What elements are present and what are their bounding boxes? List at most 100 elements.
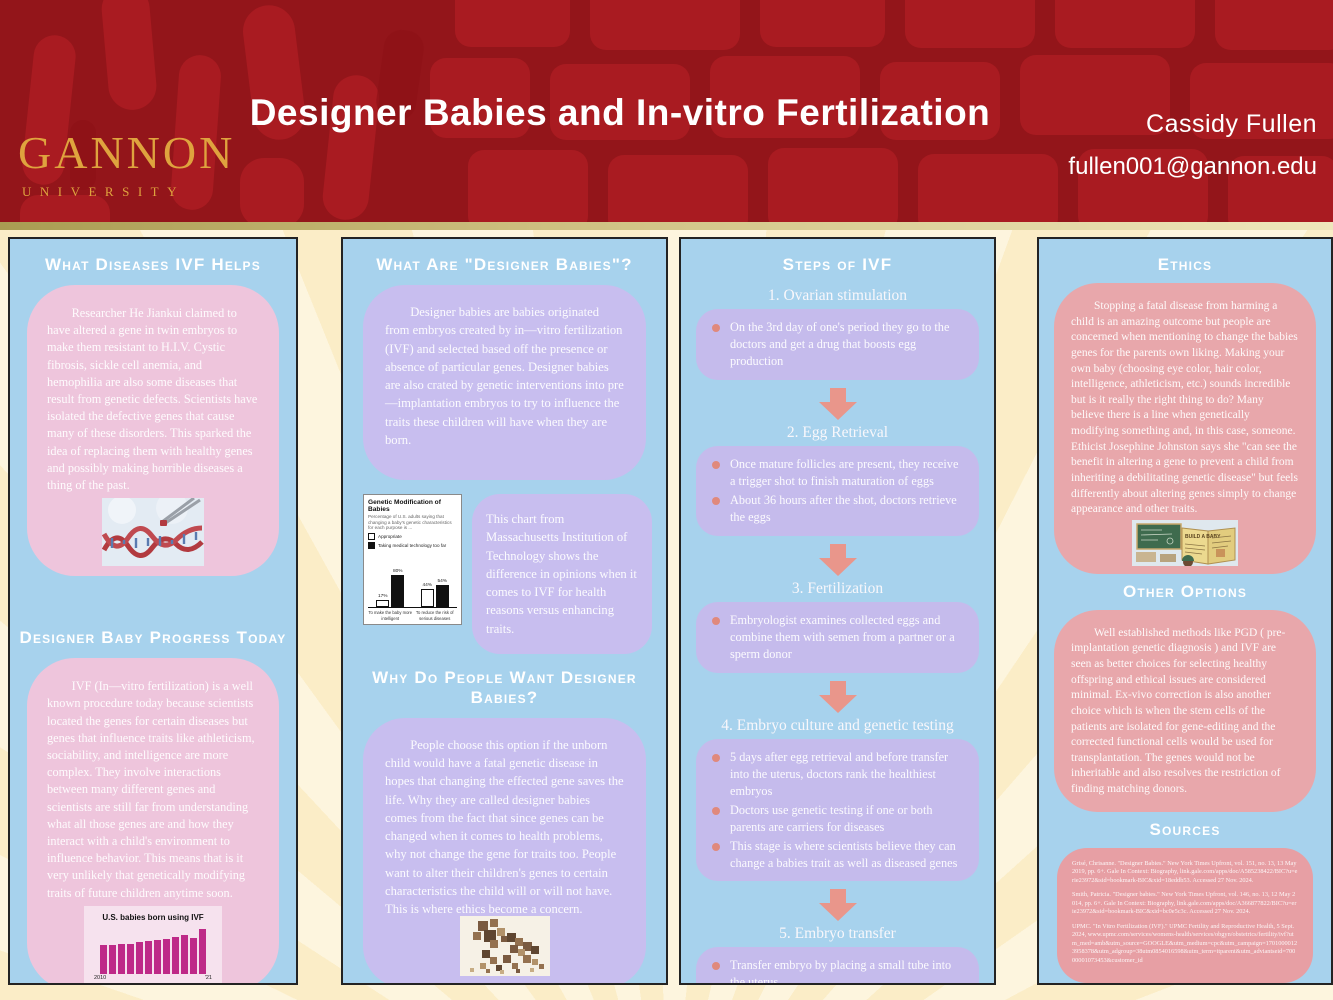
bar-cell: 80% xyxy=(391,569,405,608)
step-box: Transfer embryo by placing a small tube … xyxy=(696,947,979,985)
category-label: To make the baby more intelligent xyxy=(368,610,413,621)
legend-row: Taking medical technology too far xyxy=(368,542,457,550)
bullet-text: Once mature follicles are present, they … xyxy=(730,456,959,488)
header-banner: Designer Babies and In-vitro Fertilizati… xyxy=(0,0,1333,222)
section-heading: What Diseases IVF Helps xyxy=(45,255,261,274)
bullet-text: Embryologist examines collected eggs and… xyxy=(730,612,955,661)
down-arrow-icon xyxy=(818,543,857,576)
citation: Smith, Patricia. "Designer babies." New … xyxy=(1072,891,1297,916)
text-box: Stopping a fatal disease from harming a … xyxy=(1054,283,1316,574)
bullet-dot xyxy=(712,962,720,971)
step-title: 5. Embryo transfer xyxy=(779,925,896,943)
x-tick-label: '21 xyxy=(204,975,212,982)
bar xyxy=(154,940,161,975)
bar xyxy=(136,942,143,975)
body-text: Researcher He Jiankui claimed to have al… xyxy=(47,306,258,493)
bullet-text: Transfer embryo by placing a small tube … xyxy=(730,958,952,985)
genetic-modification-chart: Genetic Modification of Babies Percentag… xyxy=(363,494,462,626)
step-title: 3. Fertilization xyxy=(791,579,884,597)
x-tick-label: 2010 xyxy=(94,975,107,982)
bullet-dot xyxy=(712,842,720,851)
header-divider-strip xyxy=(0,222,1333,230)
citation: Grisé, Chrisanne. "Designer Babies." New… xyxy=(1072,859,1298,884)
author-block: Cassidy Fullen fullen001@gannon.edu xyxy=(1068,110,1317,181)
category-label: To reduce the risk of serious diseases xyxy=(415,610,454,621)
step-box: 5 days after egg retrieval and before tr… xyxy=(696,738,979,882)
poster: Designer Babies and In-vitro Fertilizati… xyxy=(0,0,1333,1000)
section-heading: Steps of IVF xyxy=(782,255,893,274)
step-box: Embryologist examines collected eggs and… xyxy=(696,601,979,673)
gannon-university-logo: GANNON UNIVERSITY xyxy=(18,130,235,200)
bullet-item: Doctors use genetic testing if one or bo… xyxy=(710,802,965,836)
chart-caption-text: This chart from Massachusetts Institutio… xyxy=(486,512,637,636)
step-title: 1. Ovarian stimulation xyxy=(767,287,908,304)
bullet-item: Embryologist examines collected eggs and… xyxy=(710,612,965,663)
bullet-item: Once mature follicles are present, they … xyxy=(710,456,965,490)
column-steps-of-ivf: Steps of IVF 1. Ovarian stimulation On th… xyxy=(679,237,996,985)
bullet-dot xyxy=(712,806,720,815)
legend-row: Appropriate xyxy=(368,533,457,541)
section-heading: Sources xyxy=(1149,819,1221,839)
author-name: Cassidy Fullen xyxy=(1146,110,1317,138)
body-text: IVF (In—vitro fertilization) is a well k… xyxy=(47,679,255,900)
bar xyxy=(145,941,152,975)
text-box: Well established methods like PGD ( pre-… xyxy=(1054,609,1316,812)
bar-cell: 54% xyxy=(435,579,449,608)
bullet-text: Doctors use genetic testing if one or bo… xyxy=(730,802,933,834)
column-designer-babies: What Are "Designer Babies"? Designer bab… xyxy=(341,237,668,985)
bar-appropriate xyxy=(420,589,434,608)
chart-plot: 17% 80% 44% 54% xyxy=(368,555,457,609)
section-heading: Why Do People Want Designer Babies? xyxy=(372,667,637,707)
ivf-steps: 1. Ovarian stimulation On the 3rd day of … xyxy=(681,283,994,985)
bullet-item: On the 3rd day of one's period they go t… xyxy=(710,319,965,370)
chart-legend: Appropriate Taking medical technology too… xyxy=(368,533,457,550)
sources-box: Grisé, Chrisanne. "Designer Babies." New… xyxy=(1057,847,1313,983)
down-arrow-icon xyxy=(818,387,857,420)
section-heading: What Are "Designer Babies"? xyxy=(376,255,633,274)
bar xyxy=(163,939,170,975)
ivf-bars xyxy=(92,926,214,975)
step-title: 4. Embryo culture and genetic testing xyxy=(721,716,954,734)
body-text: People choose this option if the unborn … xyxy=(385,737,624,916)
chart-category-labels: To make the baby more intelligent To redu… xyxy=(368,608,457,621)
text-box: People choose this option if the unborn … xyxy=(363,717,646,983)
body-text: Stopping a fatal disease from harming a … xyxy=(1071,300,1298,516)
bar-value-label: 44% xyxy=(422,583,433,589)
bar xyxy=(199,929,206,975)
bullet-text: About 36 hours after the shot, doctors r… xyxy=(730,492,957,524)
bullet-item: Transfer embryo by placing a small tube … xyxy=(710,957,965,985)
logo-subtitle: UNIVERSITY xyxy=(22,184,185,199)
text-box: IVF (In—vitro fertilization) is a well k… xyxy=(27,658,279,983)
chart-title: U.S. babies born using IVF xyxy=(102,912,204,922)
bullet-text: On the 3rd day of one's period they go t… xyxy=(730,320,950,368)
logo-wordmark: GANNON xyxy=(18,127,236,178)
legend-swatch-black xyxy=(368,542,375,550)
bullet-dot xyxy=(712,753,720,762)
citation: UPMC. "In Vitro Fertilization (IVF)." UP… xyxy=(1072,922,1298,964)
bar xyxy=(118,944,125,975)
bar-value-label: 54% xyxy=(437,579,448,585)
bullet-text: 5 days after egg retrieval and before tr… xyxy=(730,749,949,798)
body-text: Well established methods like PGD ( pre-… xyxy=(1071,626,1286,795)
bar-cell: 17% xyxy=(376,594,390,608)
text-box: Researcher He Jiankui claimed to have al… xyxy=(27,285,279,577)
bullet-item: About 36 hours after the shot, doctors r… xyxy=(710,492,965,526)
section-heading: Designer Baby Progress Today xyxy=(19,628,287,648)
chart-title: Genetic Modification of Babies xyxy=(368,499,441,513)
bar xyxy=(100,945,107,975)
down-arrow-icon xyxy=(818,889,857,922)
chart-caption-box: This chart from Massachusetts Institutio… xyxy=(472,494,652,654)
poster-title: Designer Babies and In-vitro Fertilizati… xyxy=(249,92,991,133)
bar-too-far xyxy=(391,575,405,608)
down-arrow-icon xyxy=(818,680,857,713)
section-heading: Other Options xyxy=(1122,581,1248,601)
bullet-item: This stage is where scientists believe t… xyxy=(710,838,965,872)
step-title: 2. Egg Retrieval xyxy=(786,423,889,441)
bullet-text: This stage is where scientists believe t… xyxy=(730,838,958,870)
ivf-babies-bar-chart: U.S. babies born using IVF 2010 '21 xyxy=(84,905,222,983)
author-email: fullen001@gannon.edu xyxy=(1068,153,1317,180)
text-box: Designer babies are babies originated fr… xyxy=(363,285,646,480)
section-heading: Ethics xyxy=(1157,255,1213,274)
bar-cell: 44% xyxy=(420,583,434,608)
column-ethics: Ethics Stopping a fatal disease from har… xyxy=(1037,237,1333,985)
